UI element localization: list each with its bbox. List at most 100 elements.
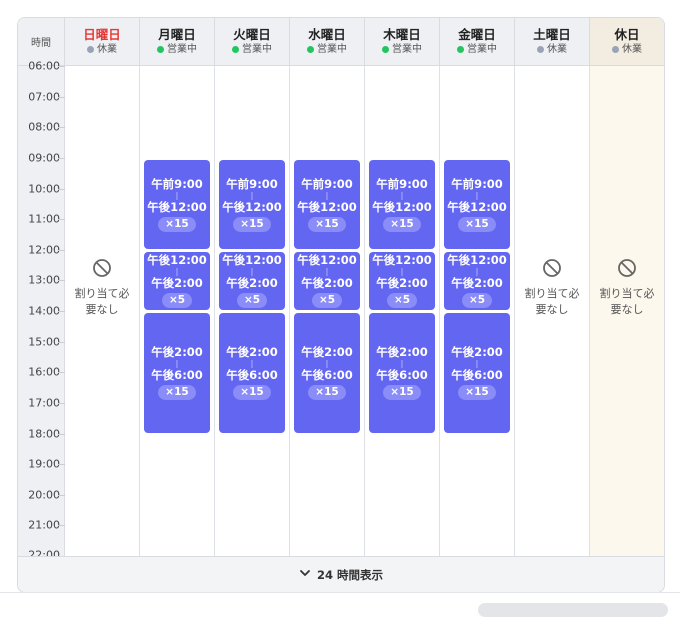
time-tick [58,280,65,282]
shift-slot[interactable]: 午前9:00 | 午後12:00 ×15 [444,159,510,249]
time-tick [58,96,65,98]
time-label: 09:00 [28,151,60,165]
shift-slot[interactable]: 午前9:00 | 午後12:00 ×15 [144,159,210,249]
divider [0,592,680,593]
no-assignment-label: 割り当て必要なし [599,287,655,316]
staff-count-badge: ×5 [311,293,343,309]
day-header: 木曜日 営業中 [365,18,440,66]
staff-count-badge: ×15 [458,216,496,232]
staff-count-badge: ×15 [383,216,421,232]
time-tick [58,66,65,67]
day-status: 営業中 [307,43,347,57]
time-label: 13:00 [28,273,60,287]
schedule-card: 時間 日曜日 休業 月曜日 営業中 火曜日 営業中 水曜日 営業中 木曜日 営業中 金曜日 営業中 土曜… [17,17,665,593]
no-assignment-label: 割り当て必要なし [74,287,130,316]
time-axis: 06:00 07:00 08:00 09:00 10:00 11:00 12:00 13:00… [18,60,65,562]
shift-slot[interactable]: 午後12:00 | 午後2:00 ×5 [444,251,510,310]
day-column: 割り当て必要なし [590,66,664,556]
shift-slot[interactable]: 午後2:00 | 午後6:00 ×15 [294,313,360,433]
slot-separator: | [475,359,479,369]
slot-end-time: 午後12:00 [447,199,507,214]
time-label: 11:00 [28,212,60,226]
time-tick [58,494,65,496]
day-name: 火曜日 [233,26,271,42]
day-header: 火曜日 営業中 [215,18,290,66]
day-status: 営業中 [382,43,422,57]
slot-end-time: 午後2:00 [301,276,353,291]
slot-separator: | [400,190,404,200]
shift-slot[interactable]: 午後12:00 | 午後2:00 ×5 [294,251,360,310]
time-label: 15:00 [28,335,60,349]
day-name: 金曜日 [458,26,496,42]
time-tick [58,433,65,435]
time-tick [58,372,65,374]
slot-separator: | [400,359,404,369]
slot-start-time: 午後2:00 [151,345,203,360]
time-tick [58,127,65,129]
staff-count-badge: ×15 [158,385,196,401]
staff-count-badge: ×15 [383,385,421,401]
shift-slot[interactable]: 午前9:00 | 午後12:00 ×15 [369,159,435,249]
day-column: 割り当て必要なし [65,66,140,556]
day-column: 午前9:00 | 午後12:00 ×15 午後12:00 | 午後2:00 ×5 午後2:00 |… [215,66,290,556]
prohibited-icon [590,258,664,282]
time-tick [58,188,65,190]
shift-slot[interactable]: 午後12:00 | 午後2:00 ×5 [219,251,285,310]
status-dot-icon [457,46,464,53]
no-assignment-needed: 割り当て必要なし [65,258,139,318]
day-column: 午前9:00 | 午後12:00 ×15 午後12:00 | 午後2:00 ×5 午後2:00 |… [365,66,440,556]
no-assignment-needed: 割り当て必要なし [590,258,664,318]
time-label: 18:00 [28,427,60,440]
time-tick [58,402,65,404]
day-header: 日曜日 休業 [65,18,140,66]
status-dot-icon [307,46,314,53]
shift-slot[interactable]: 午後2:00 | 午後6:00 ×15 [219,313,285,433]
day-header: 水曜日 営業中 [290,18,365,66]
status-label: 営業中 [467,43,497,55]
shift-slot[interactable]: 午後2:00 | 午後6:00 ×15 [369,313,435,433]
slot-start-time: 午前9:00 [451,176,503,191]
time-tick [58,157,65,159]
time-label: 12:00 [28,243,60,257]
shift-slot[interactable]: 午後2:00 | 午後6:00 ×15 [144,313,210,433]
prohibited-icon [515,258,589,282]
slot-start-time: 午後12:00 [147,253,207,268]
staff-count-badge: ×15 [233,216,271,232]
slot-start-time: 午後12:00 [447,253,507,268]
staff-count-badge: ×5 [236,293,268,309]
slot-separator: | [325,267,329,277]
shift-slot[interactable]: 午後12:00 | 午後2:00 ×5 [369,251,435,310]
time-label: 20:00 [28,488,60,502]
staff-count-badge: ×5 [161,293,193,309]
status-label: 営業中 [392,43,422,55]
shift-slot[interactable]: 午前9:00 | 午後12:00 ×15 [294,159,360,249]
status-label: 営業中 [242,43,272,55]
slot-end-time: 午後6:00 [376,368,428,383]
time-tick [58,219,65,221]
show-24-hours-button[interactable]: 24 時間表示 [18,556,664,592]
day-column: 午前9:00 | 午後12:00 ×15 午後12:00 | 午後2:00 ×5 午後2:00 |… [140,66,215,556]
slot-start-time: 午後2:00 [451,345,503,360]
slot-start-time: 午後12:00 [222,253,282,268]
status-dot-icon [612,46,619,53]
day-name: 木曜日 [383,26,421,42]
shift-slot[interactable]: 午後12:00 | 午後2:00 ×5 [144,251,210,310]
shift-slot[interactable]: 午後2:00 | 午後6:00 ×15 [444,313,510,433]
day-status: 休業 [87,43,117,57]
show-24-hours-label: 24 時間表示 [316,567,383,582]
slot-end-time: 午後2:00 [451,276,503,291]
slot-start-time: 午後2:00 [226,345,278,360]
day-name: 月曜日 [158,26,196,42]
slot-separator: | [475,267,479,277]
slot-start-time: 午前9:00 [301,176,353,191]
slot-end-time: 午後2:00 [226,276,278,291]
day-name: 土曜日 [533,26,571,42]
slot-start-time: 午後12:00 [297,253,357,268]
day-header: 月曜日 営業中 [140,18,215,66]
shift-slot[interactable]: 午前9:00 | 午後12:00 ×15 [219,159,285,249]
day-header: 金曜日 営業中 [440,18,515,66]
slot-end-time: 午後2:00 [151,276,203,291]
day-name: 日曜日 [83,26,121,42]
slot-start-time: 午前9:00 [226,176,278,191]
staff-count-badge: ×15 [308,385,346,401]
